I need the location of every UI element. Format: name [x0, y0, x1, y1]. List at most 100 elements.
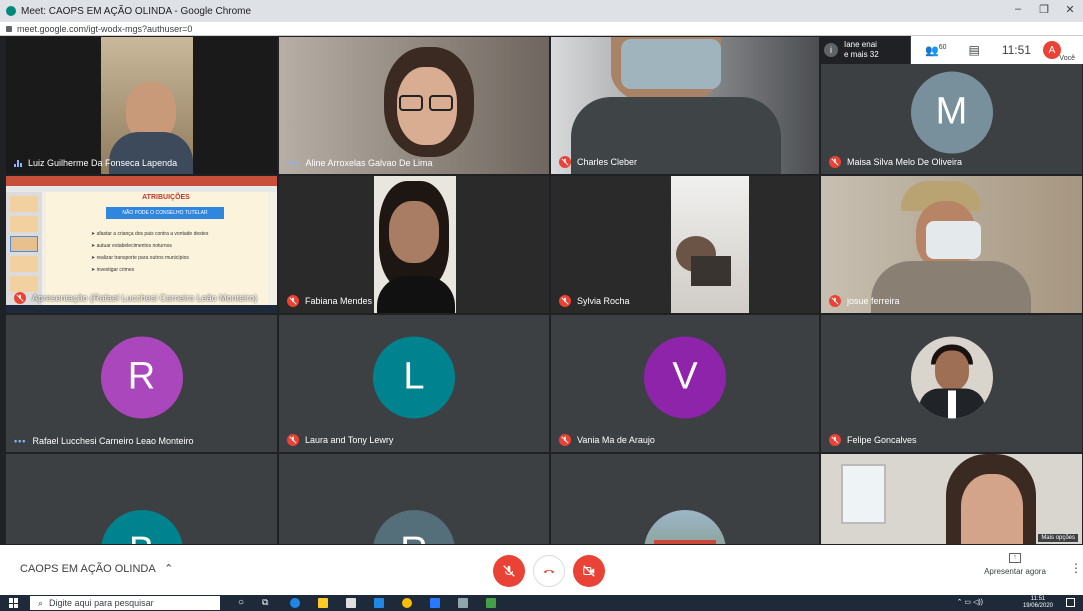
- participant-tile[interactable]: L Laura and Tony Lewry: [278, 314, 550, 453]
- participant-video: [279, 37, 549, 174]
- notifications-icon[interactable]: [1066, 598, 1075, 607]
- word-icon[interactable]: [430, 598, 440, 608]
- participant-tile[interactable]: Charles Cleber: [550, 36, 820, 175]
- mic-off-icon: [829, 156, 841, 168]
- taskbar-search-input[interactable]: ⌕ Digite aqui para pesquisar: [30, 596, 220, 610]
- participant-tile[interactable]: Luiz Guilherme Da Fonseca Lapenda: [5, 36, 278, 175]
- self-avatar: A: [1042, 41, 1061, 59]
- presentation-tile[interactable]: ATRIBUIÇÕES NÃO PODE O CONSELHO TUTELAR …: [5, 175, 278, 314]
- system-tray-icons[interactable]: ⌃ ▭ ◁)): [957, 598, 983, 606]
- windows-start-icon[interactable]: [9, 598, 19, 608]
- slide-bullet: ➤ autuar estabelecimentos noturnos: [91, 243, 172, 249]
- participant-photo: [644, 510, 726, 544]
- participant-tile[interactable]: josue ferreira: [820, 175, 1083, 314]
- participant-name: Vania Ma de Araujo: [577, 435, 655, 445]
- minimize-button[interactable]: –: [1005, 3, 1031, 15]
- mic-off-icon: [559, 156, 571, 168]
- leave-call-button[interactable]: [533, 555, 565, 587]
- windows-taskbar: ⌕ Digite aqui para pesquisar ○ ⧉ ⌃ ▭ ◁))…: [0, 595, 1083, 611]
- info-icon: i: [824, 43, 838, 57]
- participant-name: Charles Cleber: [577, 157, 638, 167]
- file-explorer-icon[interactable]: [318, 598, 328, 608]
- app-icon[interactable]: [458, 598, 468, 608]
- self-view[interactable]: A: [1042, 41, 1061, 59]
- participant-name-row: Charles Cleber: [559, 156, 637, 168]
- more-dots-icon: •••: [14, 436, 27, 446]
- more-options-button[interactable]: ⋮: [1070, 561, 1082, 575]
- mic-off-icon: [829, 434, 841, 446]
- more-options-label[interactable]: Mais opções: [1038, 534, 1078, 542]
- task-view-icon[interactable]: ⧉: [262, 597, 268, 608]
- participant-name: Felipe Goncalves: [847, 435, 917, 445]
- url-text: meet.google.com/igt-wodx-mgs?authuser=0: [17, 23, 193, 34]
- participant-tile[interactable]: Sylvia Rocha: [550, 175, 820, 314]
- people-info-pill[interactable]: i Iane enai e mais 32: [820, 36, 910, 64]
- chat-icon[interactable]: ▤: [969, 43, 980, 57]
- participant-avatar: V: [644, 335, 726, 418]
- participant-name-row: Fabiana Mendes: [287, 295, 372, 307]
- camera-toggle-button[interactable]: [573, 555, 605, 587]
- participant-tile[interactable]: B: [5, 453, 278, 545]
- participant-video: [551, 37, 819, 174]
- excel-icon[interactable]: [486, 598, 496, 608]
- participant-name-row: Laura and Tony Lewry: [287, 434, 393, 446]
- participant-name-row: Vania Ma de Araujo: [559, 434, 655, 446]
- edge-icon[interactable]: [290, 598, 300, 608]
- participant-tile[interactable]: Fabiana Mendes: [278, 175, 550, 314]
- participant-name-row: Sylvia Rocha: [559, 295, 630, 307]
- clock-date: 19/06/2020: [1022, 603, 1053, 609]
- participant-name: josue ferreira: [847, 296, 900, 306]
- store-icon[interactable]: [346, 598, 356, 608]
- maximize-button[interactable]: ❐: [1031, 3, 1057, 16]
- participant-tile[interactable]: Mais opções: [820, 453, 1083, 545]
- browser-tab-title: Meet: CAOPS EM AÇÃO OLINDA - Google Chro…: [21, 5, 252, 17]
- close-window-button[interactable]: ✕: [1057, 3, 1083, 16]
- participant-count: 60: [938, 43, 947, 51]
- meeting-details-button[interactable]: CAOPS EM AÇÃO OLINDA ⌃: [20, 562, 173, 575]
- participant-name: Sylvia Rocha: [577, 296, 630, 306]
- mic-off-icon: [829, 295, 841, 307]
- participant-name: Rafael Lucchesi Carneiro Leao Monteiro: [32, 436, 194, 446]
- meet-favicon-icon: [6, 6, 16, 16]
- participant-avatar: L: [373, 335, 455, 418]
- participant-name-row: josue ferreira: [829, 295, 900, 307]
- participant-avatar: M: [910, 71, 993, 154]
- present-label: Apresentar agora: [984, 567, 1046, 576]
- present-now-button[interactable]: ↑ Apresentar agora: [980, 553, 1050, 576]
- participant-tile[interactable]: [550, 453, 820, 545]
- present-screen-icon: ↑: [1009, 553, 1021, 563]
- you-label: Você: [1059, 55, 1075, 62]
- participant-tile[interactable]: R: [278, 453, 550, 545]
- cortana-icon[interactable]: ○: [238, 597, 244, 608]
- participant-name: Fabiana Mendes: [305, 296, 373, 306]
- meeting-name: CAOPS EM AÇÃO OLINDA: [20, 563, 156, 575]
- chrome-icon[interactable]: [402, 598, 412, 608]
- chevron-up-icon: ⌃: [164, 563, 174, 575]
- participant-video: [279, 176, 549, 313]
- mic-toggle-button[interactable]: [493, 555, 525, 587]
- participant-name-row: ••• Aline Arroxelas Galvao De Lima: [287, 158, 433, 168]
- address-bar[interactable]: meet.google.com/igt-wodx-mgs?authuser=0: [0, 22, 1083, 36]
- mic-off-icon: [503, 565, 515, 577]
- slide-bullets: ➤ afastar a criança dos pais contra a vo…: [91, 228, 208, 276]
- mic-off-icon: [559, 295, 571, 307]
- slide-box: NÃO PODE O CONSELHO TUTELAR: [106, 207, 224, 219]
- more-dots-icon: •••: [287, 158, 300, 168]
- mic-off-icon: [287, 434, 299, 446]
- lock-icon: [6, 25, 12, 32]
- participants-button[interactable]: 👥 60: [925, 44, 947, 57]
- participant-video: [821, 176, 1082, 313]
- slide-bullet: ➤ investigar crimes: [91, 267, 135, 273]
- people-icon: 👥: [925, 44, 939, 57]
- slide-bullet: ➤ afastar a criança dos pais contra a vo…: [91, 231, 209, 237]
- mail-icon[interactable]: [374, 598, 384, 608]
- participant-tile[interactable]: R ••• Rafael Lucchesi Carneiro Leao Mont…: [5, 314, 278, 453]
- taskbar-clock[interactable]: 11:51 19/06/2020: [1023, 596, 1053, 610]
- participant-tile[interactable]: V Vania Ma de Araujo: [550, 314, 820, 453]
- participant-video: [551, 176, 819, 313]
- mic-off-icon: [559, 434, 571, 446]
- slide-heading: ATRIBUIÇÕES: [142, 194, 190, 201]
- participant-tile[interactable]: Felipe Goncalves: [820, 314, 1083, 453]
- participant-tile[interactable]: ••• Aline Arroxelas Galvao De Lima: [278, 36, 550, 175]
- info-text: Iane enai e mais 32: [844, 40, 879, 59]
